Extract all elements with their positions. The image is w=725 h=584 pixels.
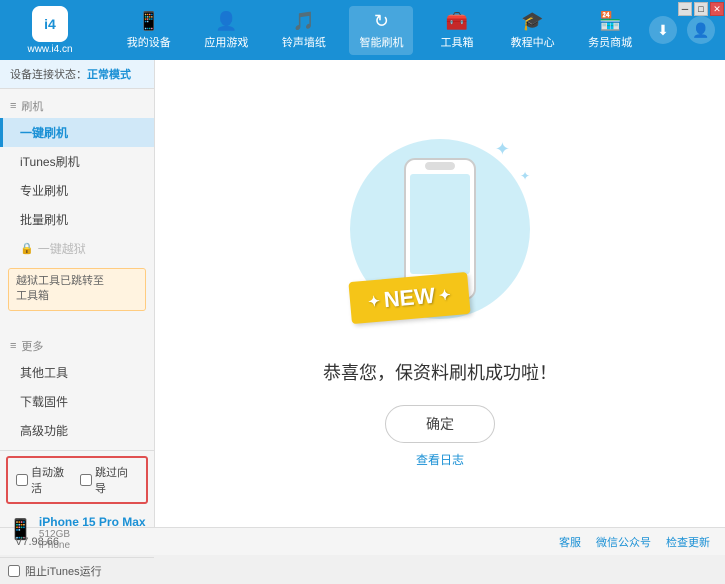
flash-section: ≡ 刷机 一键刷机 iTunes刷机 专业刷机 批量刷机 🔒 一键越狱 越狱工具… — [0, 89, 154, 321]
nav-ringtone[interactable]: 🎵 铃声墙纸 — [272, 6, 336, 55]
confirm-button[interactable]: 确定 — [385, 405, 495, 443]
device-info: 📱 iPhone 15 Pro Max 512GB iPhone — [0, 509, 154, 557]
sidebar-item-batch-flash-label: 批量刷机 — [20, 213, 68, 227]
nav-my-device[interactable]: 📱 我的设备 — [117, 6, 181, 55]
nav-smart-flash-label: 智能刷机 — [359, 34, 403, 50]
flash-group-label: ≡ 刷机 — [0, 94, 154, 118]
more-group-icon: ≡ — [10, 340, 16, 352]
new-banner: ✦ NEW ✦ — [348, 272, 470, 324]
nav-ringtone-icon: 🎵 — [293, 11, 315, 32]
success-message: 恭喜您，保资料刷机成功啦！ — [323, 359, 557, 385]
sidebar-item-one-key-flash[interactable]: 一键刷机 — [0, 118, 154, 147]
itunes-label: 阻止iTunes运行 — [25, 563, 102, 579]
auto-guide-checkbox[interactable]: 跳过向导 — [80, 464, 138, 496]
sidebar-item-download-fw-label: 下载固件 — [20, 395, 68, 409]
nav-app-games-icon: 👤 — [215, 11, 237, 32]
window-controls: ─ □ ✕ — [677, 0, 725, 18]
user-button[interactable]: 👤 — [687, 16, 715, 44]
footer-right: 客服 微信公众号 检查更新 — [559, 534, 710, 550]
sidebar-item-pro-flash-label: 专业刷机 — [20, 184, 68, 198]
nav-toolbox-label: 工具箱 — [441, 34, 474, 50]
sidebar-item-advanced[interactable]: 高级功能 — [0, 416, 154, 445]
nav-smart-flash-icon: ↻ — [374, 11, 389, 32]
main-content: ✦ ✦ ✦ NEW ✦ 恭喜您，保资料刷机成功啦 — [155, 60, 725, 527]
nav-smart-flash[interactable]: ↻ 智能刷机 — [349, 6, 413, 55]
sidebar: 设备连接状态：正常模式 ≡ 刷机 一键刷机 iTunes刷机 专业刷机 批量刷机… — [0, 60, 155, 527]
footer-update-link[interactable]: 检查更新 — [666, 534, 710, 550]
auto-guide-input[interactable] — [80, 474, 92, 486]
warning-box: 越狱工具已跳转至工具箱 — [8, 268, 146, 311]
user-icon: 👤 — [692, 22, 709, 39]
logo-text: www.i4.cn — [27, 44, 72, 55]
sidebar-item-one-key-flash-label: 一键刷机 — [20, 126, 68, 140]
minimize-button[interactable]: ─ — [678, 2, 692, 16]
close-button[interactable]: ✕ — [710, 2, 724, 16]
phone-illustration: ✦ ✦ ✦ NEW ✦ — [340, 119, 540, 339]
main-layout: 设备连接状态：正常模式 ≡ 刷机 一键刷机 iTunes刷机 专业刷机 批量刷机… — [0, 60, 725, 527]
nav-service-label: 务员商城 — [588, 34, 632, 50]
header-right-controls: ⬇ 👤 — [649, 16, 715, 44]
more-section: ≡ 更多 其他工具 下载固件 高级功能 — [0, 329, 154, 450]
footer-version: V7.98.66 — [15, 536, 59, 548]
itunes-bar: 阻止iTunes运行 — [0, 557, 154, 584]
sidebar-bottom: 自动激活 跳过向导 📱 iPhone 15 Pro Max 512GB iPho… — [0, 450, 154, 584]
nav-toolbox-icon: 🧰 — [446, 11, 468, 32]
itunes-checkbox[interactable] — [8, 565, 20, 577]
sparkle-icon-topleft: ✦ — [495, 139, 510, 160]
sidebar-item-itunes-flash[interactable]: iTunes刷机 — [0, 147, 154, 176]
sidebar-item-advanced-label: 高级功能 — [20, 424, 68, 438]
sidebar-item-other-tools-label: 其他工具 — [20, 366, 68, 380]
sidebar-item-jailbreak: 🔒 一键越狱 — [0, 234, 154, 263]
more-group-label: ≡ 更多 — [0, 334, 154, 358]
flash-group-text: 刷机 — [21, 98, 43, 114]
footer-service-link[interactable]: 客服 — [559, 534, 581, 550]
status-value: 正常模式 — [87, 69, 131, 81]
new-badge: ✦ NEW ✦ — [350, 277, 469, 319]
sparkle-icon-topright: ✦ — [520, 169, 530, 183]
sidebar-item-batch-flash[interactable]: 批量刷机 — [0, 205, 154, 234]
nav-tutorial-icon: 🎓 — [521, 11, 543, 32]
sidebar-item-pro-flash[interactable]: 专业刷机 — [0, 176, 154, 205]
nav-app-games-label: 应用游戏 — [204, 34, 248, 50]
main-nav: 📱 我的设备 👤 应用游戏 🎵 铃声墙纸 ↻ 智能刷机 🧰 工具箱 🎓 教 — [110, 6, 649, 55]
nav-ringtone-label: 铃声墙纸 — [282, 34, 326, 50]
sparkle-left-icon: ✦ — [367, 292, 380, 310]
logo: i4 www.i4.cn — [10, 6, 90, 55]
lock-icon: 🔒 — [20, 242, 34, 255]
status-bar: 设备连接状态：正常模式 — [0, 60, 154, 89]
sidebar-item-other-tools[interactable]: 其他工具 — [0, 358, 154, 387]
auto-guide-label: 跳过向导 — [95, 464, 138, 496]
logo-abbr: i4 — [44, 16, 56, 32]
view-log-link[interactable]: 查看日志 — [416, 451, 464, 468]
download-icon: ⬇ — [657, 22, 669, 39]
auto-activate-input[interactable] — [16, 474, 28, 486]
maximize-button[interactable]: □ — [694, 2, 708, 16]
download-button[interactable]: ⬇ — [649, 16, 677, 44]
status-label: 设备连接状态： — [10, 69, 87, 81]
auto-activate-checkbox[interactable]: 自动激活 — [16, 464, 74, 496]
nav-toolbox[interactable]: 🧰 工具箱 — [427, 6, 487, 55]
nav-tutorial[interactable]: 🎓 教程中心 — [501, 6, 565, 55]
footer-wechat-link[interactable]: 微信公众号 — [596, 534, 651, 550]
nav-service[interactable]: 🏪 务员商城 — [578, 6, 642, 55]
nav-my-device-icon: 📱 — [138, 11, 160, 32]
flash-group-icon: ≡ — [10, 100, 16, 112]
nav-my-device-label: 我的设备 — [127, 34, 171, 50]
sparkle-right-icon: ✦ — [438, 286, 451, 304]
more-group-text: 更多 — [21, 338, 43, 354]
auto-options-box: 自动激活 跳过向导 — [6, 456, 148, 504]
logo-icon: i4 — [32, 6, 68, 42]
sidebar-item-jailbreak-label: 一键越狱 — [38, 240, 86, 257]
nav-tutorial-label: 教程中心 — [511, 34, 555, 50]
nav-app-games[interactable]: 👤 应用游戏 — [194, 6, 258, 55]
sidebar-item-itunes-flash-label: iTunes刷机 — [20, 155, 80, 169]
warning-text: 越狱工具已跳转至工具箱 — [16, 275, 104, 302]
sidebar-item-download-fw[interactable]: 下载固件 — [0, 387, 154, 416]
new-badge-text: NEW — [383, 283, 436, 313]
nav-service-icon: 🏪 — [599, 11, 621, 32]
app-header: i4 www.i4.cn 📱 我的设备 👤 应用游戏 🎵 铃声墙纸 ↻ 智能刷机 — [0, 0, 725, 60]
auto-activate-label: 自动激活 — [31, 464, 74, 496]
